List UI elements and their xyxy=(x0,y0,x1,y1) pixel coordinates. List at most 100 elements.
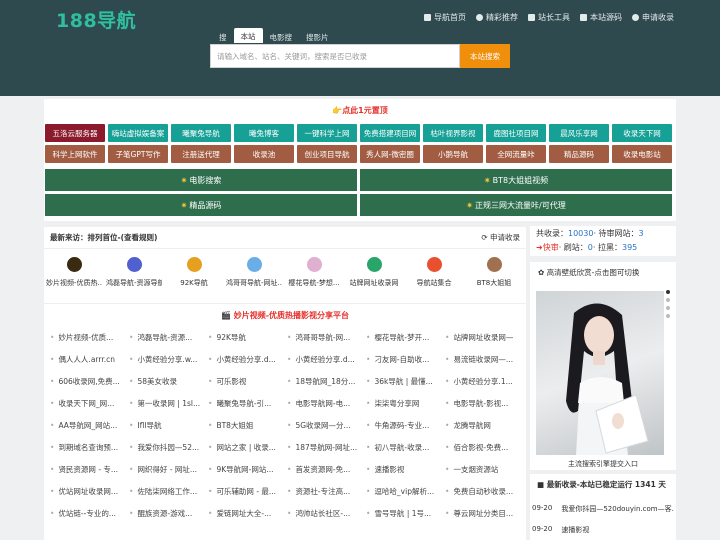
featured-link[interactable]: 注册送代理 xyxy=(171,145,231,163)
site-link[interactable]: 第一收录网 | 1sl... xyxy=(129,398,208,409)
listing-title[interactable]: 🎬 妙片视频-优质热播影视分享平台 xyxy=(44,310,526,321)
carousel-dot[interactable] xyxy=(666,314,670,318)
site-link[interactable]: 92K导航 xyxy=(208,332,287,343)
site-link[interactable]: 58美女收录 xyxy=(129,376,208,387)
featured-link[interactable]: 一键科学上网 xyxy=(297,124,357,142)
nav-home[interactable]: 导航首页 xyxy=(424,12,466,23)
featured-link[interactable]: 收录天下网 xyxy=(612,124,672,142)
featured-link[interactable]: 五洛云服务器 xyxy=(45,124,105,142)
site-link[interactable]: 鸿帅站长社区-... xyxy=(287,508,366,519)
site-link[interactable]: 鸿哥哥导航-网... xyxy=(287,332,366,343)
site-link[interactable]: 网织得好 - 网址... xyxy=(129,464,208,475)
wallpaper-image[interactable] xyxy=(536,291,664,455)
site-link[interactable]: 刁友网-自助收... xyxy=(366,354,445,365)
search-tab-search[interactable]: 搜 xyxy=(212,30,234,43)
site-link[interactable]: 速播影视 xyxy=(366,464,445,475)
site-link[interactable]: 免费自动秒收录... xyxy=(445,486,524,497)
search-button[interactable]: 本站搜索 xyxy=(460,44,510,68)
site-link[interactable]: 妙片视频-优质... xyxy=(50,332,129,343)
site-link[interactable]: 龙腾导航网 xyxy=(445,420,524,431)
featured-link[interactable]: 收录电影站 xyxy=(612,145,672,163)
site-link[interactable]: 到期域名查询预... xyxy=(50,442,129,453)
site-link[interactable]: 资源社-专注高... xyxy=(287,486,366,497)
featured-link[interactable]: 免费搭建项目网 xyxy=(360,124,420,142)
nav-recommend[interactable]: 精彩推荐 xyxy=(476,12,518,23)
recent-site[interactable]: 站牌网址收录网 xyxy=(344,257,404,288)
site-link[interactable]: 收录天下网_网... xyxy=(50,398,129,409)
site-link[interactable]: 36k导航 | 最懂... xyxy=(366,376,445,387)
site-link[interactable]: BT8大姐姐 xyxy=(208,420,287,431)
recent-site[interactable]: 鸿磊导航-资源导航 xyxy=(104,257,164,288)
nav-source[interactable]: 本站源码 xyxy=(580,12,622,23)
featured-link[interactable]: 枯叶视界影视 xyxy=(423,124,483,142)
big-button-traffic-card[interactable]: ✷ 正规三网大流量咔/可代理 xyxy=(360,194,672,216)
site-link[interactable]: 一支烟资源站 xyxy=(445,464,524,475)
site-link[interactable]: 小黄经验分享.1... xyxy=(445,376,524,387)
site-link[interactable]: 9K导航网-网站... xyxy=(208,464,287,475)
site-link[interactable]: 贤民资源网 - 专... xyxy=(50,464,129,475)
featured-link[interactable]: 曦聚兔导航 xyxy=(171,124,231,142)
search-tab-movie[interactable]: 电影搜 xyxy=(263,30,300,43)
site-link[interactable]: 曦聚兔导航-引... xyxy=(208,398,287,409)
featured-title[interactable]: 👉点此1元置顶 xyxy=(44,105,676,116)
search-engine-submit-link[interactable]: 主流搜索引擎提交入口 xyxy=(530,459,676,469)
site-link[interactable]: 佰合影视-免费... xyxy=(445,442,524,453)
site-link[interactable]: 电影导航-影视... xyxy=(445,398,524,409)
site-link[interactable]: 柒柒粤分享网 xyxy=(366,398,445,409)
site-link[interactable]: 尊云网址分类目... xyxy=(445,508,524,519)
site-link[interactable]: 鸿磊导航-资源... xyxy=(129,332,208,343)
news-item[interactable]: 09-20 我爱你抖园—520douyin.com—客... xyxy=(532,504,674,514)
site-link[interactable]: 站牌网址收录网— xyxy=(445,332,524,343)
site-link[interactable]: 爱链网址大全-... xyxy=(208,508,287,519)
search-tab-film[interactable]: 搜影片 xyxy=(299,30,336,43)
featured-link[interactable]: 曦兔博客 xyxy=(234,124,294,142)
recent-site[interactable]: BT8大姐姐 xyxy=(464,257,524,288)
site-link[interactable]: 易流链收录网—... xyxy=(445,354,524,365)
search-tab-site[interactable]: 本站 xyxy=(233,28,263,43)
site-link[interactable]: 606收录网,免费... xyxy=(50,376,129,387)
site-link[interactable]: 首发资源网-免... xyxy=(287,464,366,475)
search-input[interactable]: 请输入域名、站名、关键词，搜索是否已收录 xyxy=(210,44,460,68)
news-item[interactable]: 09-20 速播影视 xyxy=(532,525,674,535)
featured-link[interactable]: 嗨站虚拟娱备案 xyxy=(108,124,168,142)
site-link[interactable]: 优站网址收录网... xyxy=(50,486,129,497)
carousel-dot[interactable] xyxy=(666,298,670,302)
fast-review-link[interactable]: 快审 xyxy=(543,243,559,252)
recent-site[interactable]: 樱花导航-梦想... xyxy=(284,257,344,288)
site-link[interactable]: 5G收录网—分... xyxy=(287,420,366,431)
site-link[interactable]: 18导航网_18分... xyxy=(287,376,366,387)
site-link[interactable]: 佐陆柒网络工作... xyxy=(129,486,208,497)
recent-site[interactable]: 妙片视频-优质热... xyxy=(44,257,104,288)
featured-link[interactable]: 全网流量咔 xyxy=(486,145,546,163)
featured-link[interactable]: 晨风乐享网 xyxy=(549,124,609,142)
site-link[interactable]: 偶人人人.arrr.cn xyxy=(50,354,129,365)
featured-link[interactable]: 秀人网-微密圈 xyxy=(360,145,420,163)
big-button-movie-search[interactable]: ✷ 电影搜索 xyxy=(45,169,357,191)
site-link[interactable]: 初八导航-收录... xyxy=(366,442,445,453)
carousel-dot[interactable] xyxy=(666,306,670,310)
nav-apply[interactable]: 申请收录 xyxy=(632,12,674,23)
recent-site[interactable]: 鸿哥哥导航-网址... xyxy=(224,257,284,288)
nav-tools[interactable]: 站长工具 xyxy=(528,12,570,23)
big-button-source[interactable]: ✷ 精品源码 xyxy=(45,194,357,216)
site-link[interactable]: 可乐辅助网 - 最... xyxy=(208,486,287,497)
site-link[interactable]: Ifll导航 xyxy=(129,420,208,431)
recent-visits-title[interactable]: 最新来访：排列首位-(查看规则) xyxy=(50,232,157,243)
apply-link[interactable]: ⟳ 申请收录 xyxy=(481,232,520,243)
site-link[interactable]: 雪号导航 | 1号... xyxy=(366,508,445,519)
carousel-dot[interactable] xyxy=(666,290,670,294)
site-link[interactable]: 小黄经验分享.d... xyxy=(287,354,366,365)
featured-link[interactable]: 小鹅导航 xyxy=(423,145,483,163)
featured-link[interactable]: 创业项目导航 xyxy=(297,145,357,163)
recent-site[interactable]: 92K导航 xyxy=(164,257,224,288)
site-link[interactable]: 187导航网-网址... xyxy=(287,442,366,453)
site-link[interactable]: 优站链--专业的... xyxy=(50,508,129,519)
site-link[interactable]: 牛角源码-专业... xyxy=(366,420,445,431)
site-link[interactable]: 醌族资源-游戏... xyxy=(129,508,208,519)
site-link[interactable]: 逗哈哈_vip解析... xyxy=(366,486,445,497)
featured-link[interactable]: 精品源码 xyxy=(549,145,609,163)
featured-link[interactable]: 科学上网软件 xyxy=(45,145,105,163)
recent-site[interactable]: 导航站集合 xyxy=(404,257,464,288)
site-link[interactable]: 可乐影视 xyxy=(208,376,287,387)
site-link[interactable]: 电影导航网-电... xyxy=(287,398,366,409)
